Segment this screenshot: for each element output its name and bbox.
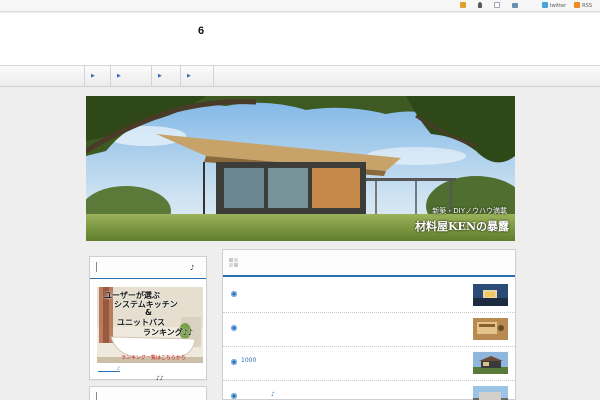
post-item[interactable] <box>223 279 515 313</box>
site-header: 6 <box>0 13 600 65</box>
rss-label: RSS <box>582 3 592 9</box>
social-links: twitter RSS <box>541 2 592 9</box>
utility-links <box>460 2 518 8</box>
rss-icon <box>574 2 581 8</box>
top-utility-bar: twitter RSS <box>0 0 600 12</box>
widget-title <box>90 387 206 400</box>
ad-caption: ♪♪ <box>156 375 164 382</box>
user-icon[interactable] <box>478 2 482 8</box>
ad-line-5: ランキング♪♪ <box>143 328 193 337</box>
twitter-label: twitter <box>549 3 567 9</box>
hero-caption-main: 材料屋KENの暴露 <box>415 220 509 233</box>
post-title[interactable]: ♪ <box>271 391 275 398</box>
widget-title: ♪ <box>90 257 206 279</box>
nav-divider-end <box>213 66 214 87</box>
nav-arrow-icon: ▶ <box>158 73 162 79</box>
nav-item-3[interactable]: ▶ <box>151 66 180 87</box>
ad-red-text: ランキング一覧はこちらから <box>121 355 186 361</box>
post-thumbnail[interactable] <box>473 318 508 340</box>
nav-item-2[interactable]: ▶ <box>110 66 151 87</box>
ad-line-3: & <box>145 308 152 317</box>
post-item[interactable]: 1000 <box>223 347 515 381</box>
sidebar-widget-second <box>89 386 207 400</box>
widget-title-note: ♪ <box>190 264 195 272</box>
kitchen-ranking-ad[interactable]: ユーザーが選ぶ システムキッチン & ユニットバス ランキング♪♪ ランキング一… <box>97 287 203 363</box>
thumbnail-image <box>473 284 508 306</box>
nav-item-4[interactable]: ▶ <box>180 66 213 87</box>
chart-icon[interactable] <box>512 2 518 8</box>
post-item[interactable]: ♪ <box>223 381 515 400</box>
post-item[interactable] <box>223 313 515 347</box>
thumbnail-image <box>473 352 508 374</box>
thumbnail-image <box>473 318 508 340</box>
main-content: 1000 ♪ <box>222 249 516 400</box>
bullet-icon <box>231 359 237 365</box>
page-icon[interactable] <box>494 2 500 8</box>
hero-banner[interactable]: 新築・DIYノウハウ満載 材料屋KENの暴露 <box>86 96 515 241</box>
sidebar-widget-ad: ♪ ユーザーが選ぶ システムキッチン & ユニットバス ランキング♪♪ ランキン… <box>89 256 207 382</box>
main-heading <box>223 250 515 277</box>
post-thumbnail[interactable] <box>473 352 508 374</box>
post-title[interactable]: 1000 <box>241 357 256 364</box>
nav-arrow-icon: ▶ <box>91 73 95 79</box>
widget-title-bar <box>96 262 97 272</box>
site-title[interactable]: 6 <box>198 25 204 37</box>
post-thumbnail[interactable] <box>473 284 508 306</box>
ad-link[interactable]: ♪ <box>98 367 120 372</box>
edit-icon[interactable] <box>460 2 466 8</box>
hero-caption-top: 新築・DIYノウハウ満載 <box>432 207 507 215</box>
nav-item-1[interactable]: ▶ <box>84 66 110 87</box>
twitter-icon <box>541 2 548 8</box>
bullet-icon <box>231 325 237 331</box>
post-thumbnail[interactable] <box>473 386 508 400</box>
rss-link[interactable]: RSS <box>574 2 592 9</box>
sidebar: ♪ ユーザーが選ぶ システムキッチン & ユニットバス ランキング♪♪ ランキン… <box>86 249 210 400</box>
nav-arrow-icon: ▶ <box>117 73 121 79</box>
twitter-link[interactable]: twitter <box>541 2 567 9</box>
thumbnail-image <box>473 386 508 400</box>
bullet-icon <box>231 393 237 399</box>
bullet-icon <box>231 291 237 297</box>
widget-title-bar <box>96 392 97 400</box>
nav-arrow-icon: ▶ <box>187 73 191 79</box>
global-nav: ▶ ▶ ▶ ▶ <box>0 65 600 87</box>
grid-icon <box>229 258 238 267</box>
